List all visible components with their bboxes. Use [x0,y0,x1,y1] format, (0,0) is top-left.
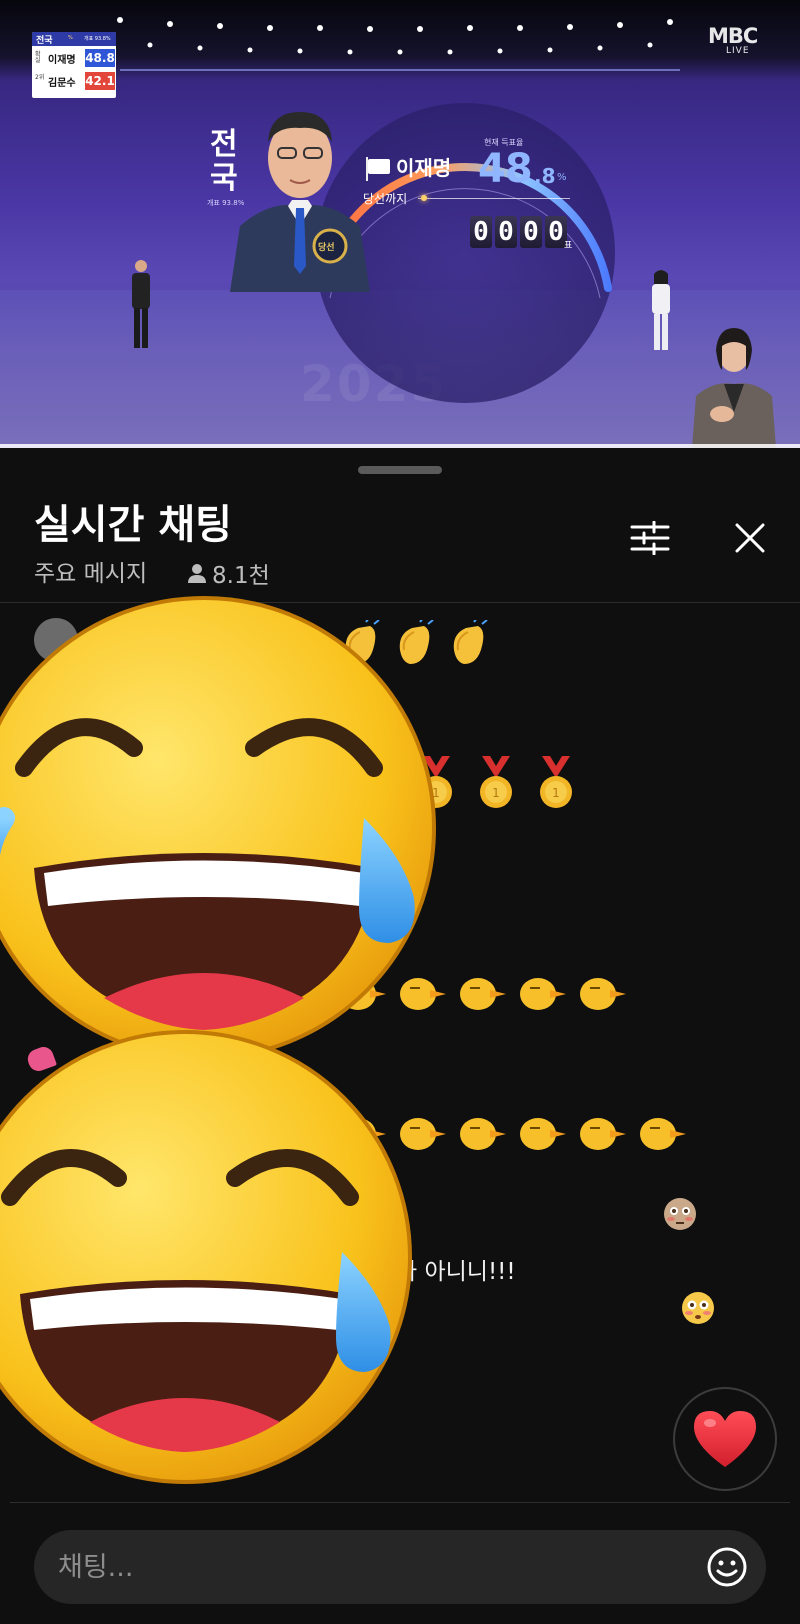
vote-rate-unit: % [557,172,567,183]
channel-logo: MBC [708,24,758,48]
scoreboard-pct-label: % [68,35,73,41]
candidate-photo [230,112,370,292]
duck-icon [520,978,566,1010]
filter-button[interactable] [620,510,680,566]
win-progress-marker [421,195,427,201]
candidate-name-row: 이재명 [366,152,452,181]
scoreboard-rank: 2위 [35,74,45,81]
scoreboard-title: 전국 [36,36,53,46]
svg-text:1: 1 [552,786,560,800]
scoreboard-value: 48.8 [85,49,115,67]
live-video-player[interactable]: 2025 전국 개표 93.8% 당선 이재명 현재 득표율 48 .8 % 당… [0,0,800,448]
viewer-count: 8.1천 [212,563,270,589]
duck-icon [640,1118,686,1150]
vote-rate-decimal: .8 [534,164,556,188]
chat-mode-dropdown[interactable]: 주요 메시지 [34,554,147,588]
scoreboard-count: 개표 93.8% [84,36,111,42]
svg-text:1: 1 [492,786,500,800]
until-win-label: 당선까지 [363,192,408,206]
chat-input[interactable] [58,1542,678,1592]
flushed-face-icon [682,1292,714,1324]
counter-unit: 표 [564,241,573,251]
gold-medal-icon: 1 [540,756,572,808]
flushed-face-icon [664,1198,696,1230]
drag-handle[interactable] [358,466,442,474]
counter-digit: 0 [520,216,542,248]
smiley-icon [707,1547,747,1587]
emoji-picker-button[interactable] [704,1544,750,1590]
vote-rate-whole: 48 [478,146,533,192]
person-icon [188,564,206,583]
duck-icon [520,1118,566,1150]
studio-lights [117,17,680,71]
chat-title: 실시간 채팅 [34,502,232,548]
presenter-right [652,270,670,350]
scoreboard-row: 확실 이재명 48.8 [32,47,116,69]
scoreboard-row: 2위 김문수 42.1 [32,70,116,92]
scoreboard-name: 김문수 [48,78,76,89]
close-button[interactable] [722,510,778,566]
gold-medal-icon: 1 [480,756,512,808]
viewer-count-group: 8.1천 [186,556,270,590]
chat-input-container [34,1530,766,1604]
duck-icon [580,1118,626,1150]
winner-badge: 당선 [318,243,335,253]
duck-icon [580,978,626,1010]
flag-icon [366,157,390,181]
duck-icon [460,1118,506,1150]
candidate-name: 이재명 [396,156,452,180]
presenter-left [132,260,150,348]
mini-scoreboard: 전국 % 개표 93.8% 확실 이재명 48.8 2위 김문수 42.1 [32,32,116,98]
live-indicator: LIVE [726,46,750,56]
scoreboard-value: 42.1 [85,72,115,90]
duck-icon [460,978,506,1010]
sliders-icon [630,521,670,555]
win-progress-track [418,198,570,199]
heart-reaction-button[interactable] [673,1387,777,1491]
tears-of-joy-icon [0,596,436,1060]
close-icon [735,523,765,553]
clapping-hands-icon [453,620,488,664]
tears-of-joy-icon [0,1030,412,1484]
scoreboard-rank: 확실 [35,51,41,64]
counter-digit: 0 [470,216,492,248]
heart-icon [694,1411,756,1467]
counter-digit: 0 [495,216,517,248]
sign-language-interpreter [692,328,776,448]
votes-remaining-counter: 0 0 0 0 [470,216,567,248]
scoreboard-name: 이재명 [48,55,76,66]
input-divider [10,1502,790,1503]
